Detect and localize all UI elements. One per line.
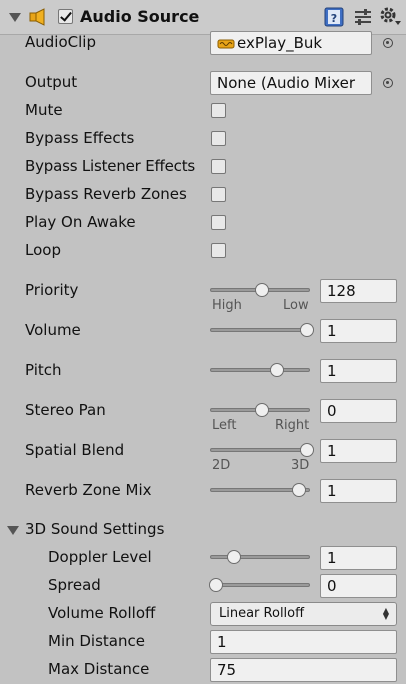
bypass-listener-effects-checkbox[interactable] [211, 159, 226, 174]
priority-high-label: High [212, 298, 242, 313]
priority-slider-thumb[interactable] [254, 283, 269, 297]
stereo-pan-label: Stereo Pan [25, 401, 106, 419]
doppler-level-slider-track[interactable] [210, 555, 310, 559]
bypass-listener-effects-label: Bypass Listener Effects [25, 157, 196, 175]
doppler-level-label: Doppler Level [48, 548, 152, 566]
max-distance-label: Max Distance [48, 660, 150, 678]
help-book-icon[interactable]: ? [324, 7, 344, 27]
priority-input[interactable]: 128 [320, 279, 397, 303]
component-header: Audio Source ? [0, 0, 406, 35]
doppler-level-input[interactable]: 1 [320, 546, 397, 570]
presets-icon[interactable] [353, 8, 373, 26]
pitch-label: Pitch [25, 361, 62, 379]
min-distance-input[interactable]: 1 [210, 630, 397, 654]
reverb-zone-mix-label: Reverb Zone Mix [25, 481, 152, 499]
audioclip-picker-icon[interactable] [383, 38, 393, 48]
output-label: Output [25, 73, 78, 91]
spatial-blend-slider-track[interactable] [210, 448, 310, 452]
volume-rolloff-label: Volume Rolloff [48, 604, 156, 622]
priority-label: Priority [25, 281, 79, 299]
output-picker-icon[interactable] [383, 78, 393, 88]
stereo-pan-left-label: Left [212, 418, 237, 433]
spread-slider-thumb[interactable] [209, 578, 223, 592]
mute-checkbox[interactable] [211, 103, 226, 118]
mute-label: Mute [25, 101, 63, 119]
pitch-slider-thumb[interactable] [269, 363, 284, 377]
volume-label: Volume [25, 321, 81, 339]
volume-rolloff-dropdown[interactable]: Linear Rolloff ▲ ▼ [210, 602, 397, 626]
dropdown-arrows-icon: ▲ ▼ [382, 606, 389, 621]
spatial-blend-3d-label: 3D [291, 458, 310, 473]
3d-settings-foldout-icon[interactable] [7, 526, 19, 535]
spatial-blend-2d-label: 2D [212, 458, 231, 473]
doppler-level-slider-thumb[interactable] [227, 550, 242, 564]
play-on-awake-checkbox[interactable] [211, 215, 226, 230]
gear-icon[interactable] [379, 6, 403, 28]
play-on-awake-label: Play On Awake [25, 213, 136, 231]
output-value: None (Audio Mixer [217, 74, 356, 92]
speaker-icon [29, 8, 45, 26]
max-distance-input[interactable]: 75 [210, 658, 397, 682]
spatial-blend-input[interactable]: 1 [320, 439, 397, 463]
loop-checkbox[interactable] [211, 243, 226, 258]
spread-label: Spread [48, 576, 101, 594]
bypass-reverb-zones-checkbox[interactable] [211, 187, 226, 202]
reverb-zone-mix-slider-thumb[interactable] [291, 483, 306, 497]
component-enabled-checkbox[interactable] [58, 9, 73, 24]
3d-sound-settings-header[interactable]: 3D Sound Settings [25, 520, 164, 538]
priority-low-label: Low [283, 298, 309, 313]
loop-label: Loop [25, 241, 61, 259]
output-field[interactable]: None (Audio Mixer [210, 71, 372, 95]
spatial-blend-label: Spatial Blend [25, 441, 125, 459]
bypass-effects-label: Bypass Effects [25, 129, 135, 147]
stereo-pan-right-label: Right [275, 418, 310, 433]
spatial-blend-slider-thumb[interactable] [300, 443, 314, 457]
spread-input[interactable]: 0 [320, 574, 397, 598]
bypass-reverb-zones-label: Bypass Reverb Zones [25, 185, 187, 203]
audioclip-label: AudioClip [25, 33, 96, 51]
pitch-slider-track[interactable] [210, 368, 310, 372]
stereo-pan-slider-thumb[interactable] [254, 403, 269, 417]
volume-rolloff-value: Linear Rolloff [219, 606, 305, 621]
spread-slider-track[interactable] [210, 583, 310, 587]
volume-slider-track[interactable] [210, 328, 310, 332]
collapse-arrow-icon[interactable] [9, 13, 21, 22]
bypass-effects-checkbox[interactable] [211, 131, 226, 146]
audioclip-field[interactable]: exPlay_Buk [210, 31, 372, 55]
component-title: Audio Source [80, 7, 200, 26]
pitch-input[interactable]: 1 [320, 359, 397, 383]
stereo-pan-input[interactable]: 0 [320, 399, 397, 423]
svg-text:?: ? [331, 12, 337, 25]
min-distance-label: Min Distance [48, 632, 145, 650]
volume-slider-thumb[interactable] [300, 323, 314, 337]
audio-clip-icon [217, 39, 235, 49]
reverb-zone-mix-input[interactable]: 1 [320, 479, 397, 503]
volume-input[interactable]: 1 [320, 319, 397, 343]
audioclip-value: exPlay_Buk [237, 34, 323, 52]
